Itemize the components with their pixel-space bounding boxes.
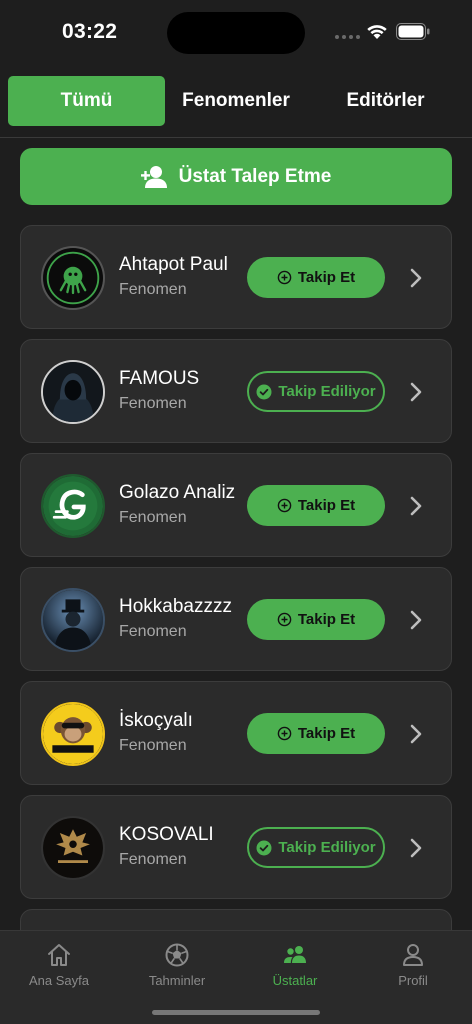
avatar (41, 360, 105, 424)
list-item[interactable]: Golazo Analiz Fenomen Takip Et (20, 453, 452, 557)
status-time: 03:22 (62, 20, 118, 43)
chevron-right-icon[interactable] (409, 723, 423, 745)
follow-label: Takip Et (297, 611, 356, 628)
tab-influencers[interactable]: Fenomenler (165, 76, 307, 126)
nav-predictions[interactable]: Tahminler (118, 941, 236, 988)
cellular-signal-icon (335, 35, 360, 39)
monkey-logo-icon (43, 704, 103, 764)
add-user-icon (140, 165, 167, 188)
nav-home[interactable]: Ana Sayfa (0, 941, 118, 988)
hacker-logo-icon (43, 362, 103, 422)
follow-button[interactable]: Takip Et (247, 599, 385, 640)
chevron-right-icon[interactable] (409, 609, 423, 631)
master-role: Fenomen (119, 395, 187, 412)
master-role: Fenomen (119, 851, 187, 868)
follow-label: Takip Et (297, 269, 356, 286)
home-icon (48, 944, 70, 966)
following-button[interactable]: Takip Ediliyor (247, 371, 385, 412)
list-item[interactable] (20, 909, 452, 930)
master-name: Hokkabazzzz (119, 596, 232, 617)
person-icon (403, 944, 423, 966)
list-item[interactable]: İskoçyalı Fenomen Takip Et (20, 681, 452, 785)
nav-profile-label: Profil (398, 973, 428, 988)
master-request-label: Üstat Talep Etme (178, 165, 332, 187)
chevron-right-icon[interactable] (409, 837, 423, 859)
avatar (41, 816, 105, 880)
master-name: FAMOUS (119, 368, 200, 389)
nav-masters[interactable]: Üstatlar (236, 941, 354, 988)
users-icon (284, 946, 306, 963)
master-role: Fenomen (119, 737, 187, 754)
list-item[interactable]: KOSOVALI Fenomen Takip Ediliyor (20, 795, 452, 899)
plus-circle-icon (277, 270, 292, 285)
following-button[interactable]: Takip Ediliyor (247, 827, 385, 868)
master-name: İskoçyalı (119, 710, 193, 731)
segment-tabs: Tümü Fenomenler Editörler (0, 76, 472, 126)
master-name: KOSOVALI (119, 824, 214, 845)
nav-home-label: Ana Sayfa (29, 973, 89, 988)
nav-profile[interactable]: Profil (354, 941, 472, 988)
octopus-logo-icon (43, 248, 103, 308)
golazo-logo-icon (43, 476, 103, 536)
home-indicator (152, 1010, 320, 1015)
chevron-right-icon[interactable] (409, 381, 423, 403)
avatar (41, 588, 105, 652)
master-role: Fenomen (119, 281, 187, 298)
chevron-right-icon[interactable] (409, 495, 423, 517)
soccer-ball-icon (165, 943, 189, 967)
list-item[interactable]: FAMOUS Fenomen Takip Ediliyor (20, 339, 452, 443)
nav-masters-label: Üstatlar (272, 973, 318, 988)
plus-circle-icon (277, 726, 292, 741)
master-request-button[interactable]: Üstat Talep Etme (20, 148, 452, 205)
battery-icon (396, 23, 430, 40)
nav-predictions-label: Tahminler (148, 973, 206, 988)
list-item[interactable]: Hokkabazzzz Fenomen Takip Et (20, 567, 452, 671)
follow-button[interactable]: Takip Et (247, 257, 385, 298)
follow-button[interactable]: Takip Et (247, 713, 385, 754)
tabs-divider (0, 137, 472, 138)
follow-button[interactable]: Takip Et (247, 485, 385, 526)
check-circle-icon (256, 384, 272, 399)
check-circle-icon (256, 840, 272, 855)
wifi-icon (367, 25, 387, 39)
avatar (41, 246, 105, 310)
follow-label: Takip Ediliyor (278, 383, 376, 400)
eagle-logo-icon (43, 818, 103, 878)
list-item[interactable]: Ahtapot Paul Fenomen Takip Et (20, 225, 452, 329)
magician-logo-icon (43, 590, 103, 650)
status-bar: 03:22 (0, 0, 472, 64)
follow-label: Takip Ediliyor (278, 839, 376, 856)
avatar (41, 474, 105, 538)
master-list: Ahtapot Paul Fenomen Takip Et FAMOUS Fen… (20, 225, 452, 930)
tab-all[interactable]: Tümü (8, 76, 165, 126)
master-name: Golazo Analiz (119, 482, 236, 503)
master-role: Fenomen (119, 509, 187, 526)
follow-label: Takip Et (297, 725, 356, 742)
master-name: Ahtapot Paul (119, 254, 228, 275)
chevron-right-icon[interactable] (409, 267, 423, 289)
follow-label: Takip Et (297, 497, 356, 514)
plus-circle-icon (277, 498, 292, 513)
avatar (41, 702, 105, 766)
plus-circle-icon (277, 612, 292, 627)
dynamic-island (167, 12, 305, 54)
tab-editors[interactable]: Editörler (307, 76, 464, 126)
master-role: Fenomen (119, 623, 187, 640)
